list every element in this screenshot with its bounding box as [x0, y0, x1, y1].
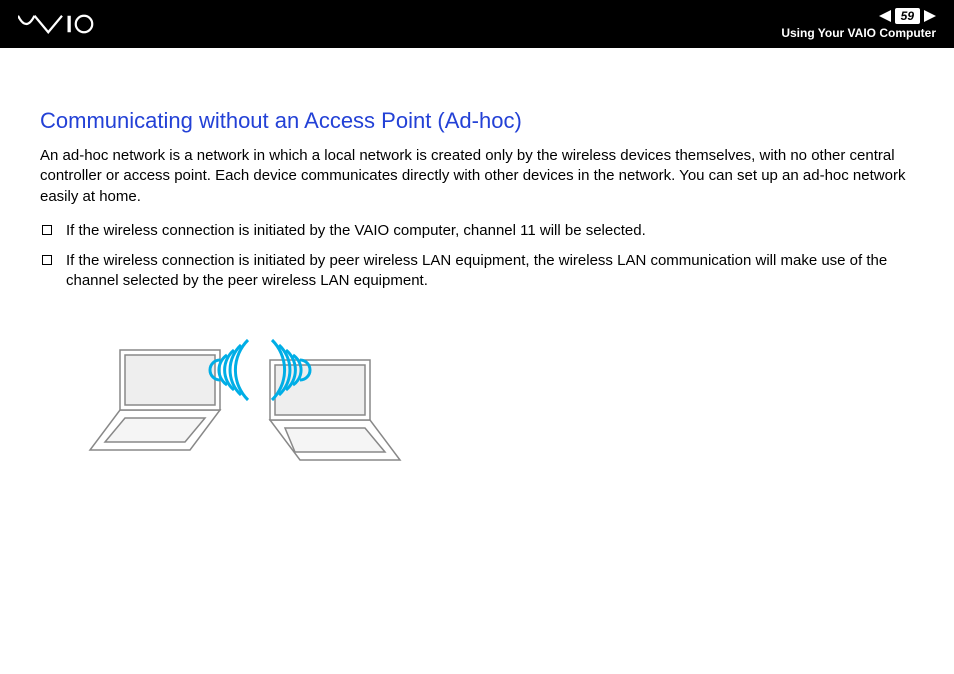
square-bullet-icon — [42, 225, 52, 235]
list-item-text: If the wireless connection is initiated … — [66, 221, 646, 241]
laptop-left-icon — [90, 350, 220, 450]
list-item: If the wireless connection is initiated … — [40, 221, 914, 241]
document-header: 59 Using Your VAIO Computer — [0, 0, 954, 48]
page-navigator: 59 — [879, 8, 936, 24]
next-page-arrow-icon[interactable] — [924, 10, 936, 22]
list-item-text: If the wireless connection is initiated … — [66, 251, 914, 292]
page-content: Communicating without an Access Point (A… — [0, 48, 954, 485]
adhoc-illustration — [70, 310, 914, 485]
intro-paragraph: An ad-hoc network is a network in which … — [40, 146, 914, 207]
section-title: Using Your VAIO Computer — [781, 26, 936, 40]
page-number: 59 — [895, 8, 920, 24]
prev-page-arrow-icon[interactable] — [879, 10, 891, 22]
vaio-logo — [18, 13, 128, 35]
square-bullet-icon — [42, 255, 52, 265]
page-title: Communicating without an Access Point (A… — [40, 108, 914, 134]
list-item: If the wireless connection is initiated … — [40, 251, 914, 292]
bullet-list: If the wireless connection is initiated … — [40, 221, 914, 292]
